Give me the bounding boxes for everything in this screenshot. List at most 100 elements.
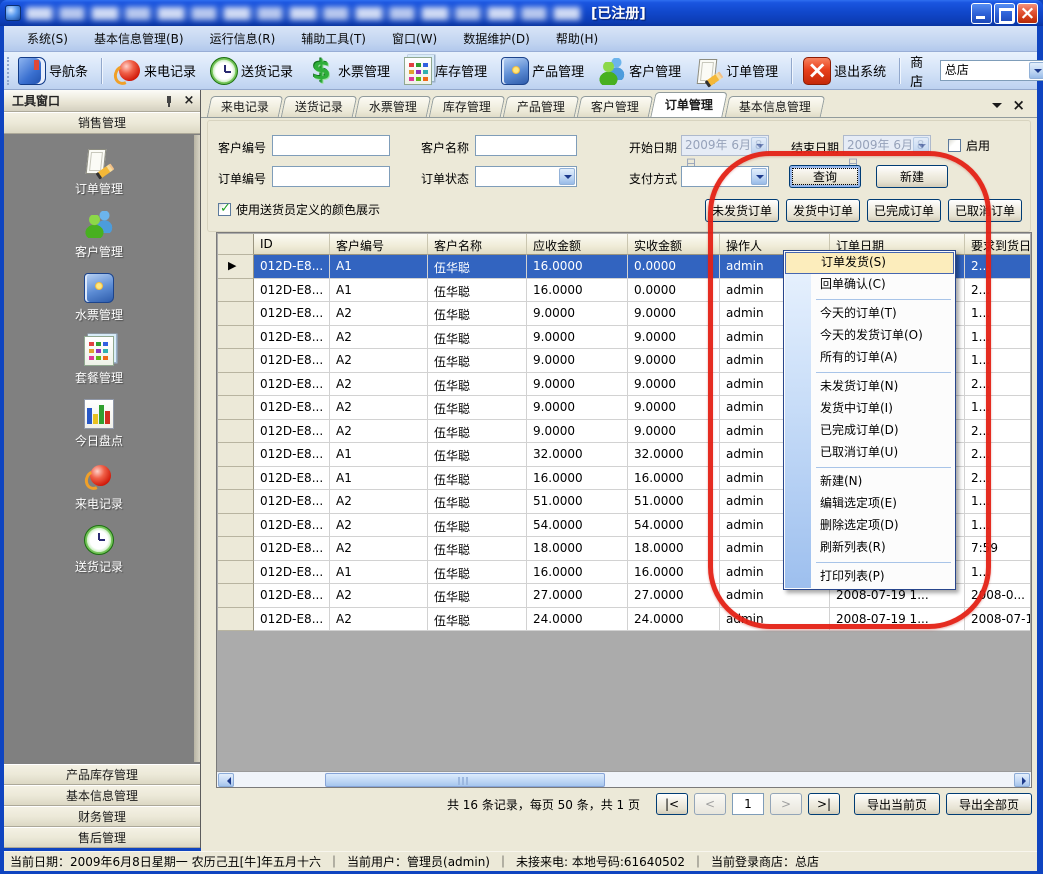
row-selector[interactable]	[218, 608, 254, 632]
tab[interactable]: 产品管理	[503, 96, 579, 117]
context-menu-item[interactable]: 刷新列表(R)	[784, 537, 955, 559]
tab-close-icon[interactable]: ×	[1012, 99, 1025, 111]
row-selector[interactable]	[218, 302, 254, 326]
menu-item[interactable]: 数据维护(D)	[450, 26, 543, 51]
row-selector[interactable]	[218, 373, 254, 397]
sidebar-section[interactable]: 财务管理	[4, 806, 200, 827]
row-selector[interactable]	[218, 584, 254, 608]
column-header-selector[interactable]	[218, 234, 254, 255]
enable-checkbox[interactable]: 启用	[948, 137, 990, 154]
customer-name-input[interactable]	[475, 135, 577, 156]
scroll-left-icon[interactable]	[218, 773, 234, 787]
sidebar-item[interactable]: 今日盘点	[4, 399, 194, 449]
context-menu-item[interactable]: 打印列表(P)	[784, 566, 955, 588]
sidebar-scrollbar[interactable]	[194, 135, 200, 762]
column-header-customer-no[interactable]: 客户编号	[330, 234, 428, 255]
sidebar-item[interactable]: 送货记录	[4, 525, 194, 575]
last-page-button[interactable]: >|	[808, 793, 840, 815]
toolbar-button[interactable]: 订单管理	[688, 54, 785, 88]
checkbox-checked-icon[interactable]	[218, 203, 231, 216]
sidebar-section[interactable]: 产品库存管理	[4, 764, 200, 785]
chevron-down-icon[interactable]	[559, 168, 575, 185]
order-status-combobox[interactable]	[475, 166, 577, 187]
order-no-input[interactable]	[272, 166, 390, 187]
horizontal-scrollbar[interactable]	[217, 771, 1031, 787]
sidebar-section[interactable]: 基本信息管理	[4, 785, 200, 806]
checkbox-icon[interactable]	[948, 139, 961, 152]
toolbar-button[interactable]: 客户管理	[591, 54, 688, 88]
menu-item[interactable]: 系统(S)	[14, 26, 81, 51]
toolbar-button[interactable]: 来电记录	[106, 54, 203, 88]
context-menu-item[interactable]: 删除选定项(D)	[784, 515, 955, 537]
new-button[interactable]: 新建	[876, 165, 948, 188]
export-current-page-button[interactable]: 导出当前页	[854, 793, 940, 815]
context-menu-item[interactable]: 回单确认(C)	[784, 274, 955, 296]
customer-no-input[interactable]	[272, 135, 390, 156]
column-header-id[interactable]: ID	[254, 234, 330, 255]
row-selector[interactable]	[218, 467, 254, 491]
menu-item[interactable]: 基本信息管理(B)	[81, 26, 197, 51]
sidebar-section-sales[interactable]: 销售管理	[4, 112, 200, 134]
row-selector[interactable]	[218, 349, 254, 373]
toolbar-button[interactable]: 水票管理	[300, 54, 397, 88]
row-selector[interactable]	[218, 561, 254, 585]
tab[interactable]: 水票管理	[355, 96, 431, 117]
context-menu-item[interactable]	[784, 559, 955, 566]
chevron-down-icon[interactable]	[751, 168, 767, 185]
scrollbar-thumb[interactable]	[325, 773, 605, 787]
previous-page-button[interactable]: <	[694, 793, 726, 815]
export-all-pages-button[interactable]: 导出全部页	[946, 793, 1032, 815]
context-menu-item[interactable]: 新建(N)	[784, 471, 955, 493]
column-header-customer-name[interactable]: 客户名称	[428, 234, 527, 255]
context-menu-item[interactable]: 未发货订单(N)	[784, 376, 955, 398]
toolbar-button[interactable]: 导航条	[11, 54, 95, 88]
row-selector[interactable]	[218, 420, 254, 444]
sidebar-section[interactable]: 售后管理	[4, 827, 200, 848]
row-selector[interactable]	[218, 255, 254, 279]
color-display-checkbox[interactable]: 使用送货员定义的颜色展示	[218, 201, 380, 218]
pay-method-combobox[interactable]	[681, 166, 769, 187]
row-selector[interactable]	[218, 396, 254, 420]
context-menu-item[interactable]: 今天的发货订单(O)	[784, 325, 955, 347]
row-selector[interactable]	[218, 279, 254, 303]
tab[interactable]: 客户管理	[577, 96, 653, 117]
page-number-input[interactable]	[732, 793, 764, 815]
context-menu-item[interactable]: 订单发货(S)	[785, 252, 954, 274]
sidebar-item[interactable]: 订单管理	[4, 147, 194, 197]
menu-item[interactable]: 运行信息(R)	[197, 26, 289, 51]
context-menu-item[interactable]: 已取消订单(U)	[784, 442, 955, 464]
context-menu-item[interactable]	[784, 464, 955, 471]
scroll-right-icon[interactable]	[1014, 773, 1030, 787]
order-status-filter-button[interactable]: 已完成订单	[867, 199, 941, 222]
toolbar-button[interactable]: 送货记录	[203, 54, 300, 88]
table-row[interactable]: 012D-E8... A2 伍华聪 24.0000 24.0000 admin …	[218, 608, 1030, 632]
toolbar-button[interactable]: 库存管理	[397, 54, 494, 88]
tab-list-dropdown-icon[interactable]	[992, 100, 1002, 110]
order-status-filter-button[interactable]: 已取消订单	[948, 199, 1022, 222]
menu-item[interactable]: 帮助(H)	[543, 26, 611, 51]
next-page-button[interactable]: >	[770, 793, 802, 815]
pin-icon[interactable]	[162, 94, 176, 108]
chevron-down-icon[interactable]	[1029, 62, 1043, 79]
sidebar-item[interactable]: 客户管理	[4, 210, 194, 260]
row-selector[interactable]	[218, 326, 254, 350]
sidebar-close-icon[interactable]: ×	[182, 94, 196, 108]
context-menu-item[interactable]: 今天的订单(T)	[784, 303, 955, 325]
tab[interactable]: 库存管理	[429, 96, 505, 117]
tab[interactable]: 基本信息管理	[725, 96, 825, 117]
minimize-icon[interactable]	[971, 3, 992, 24]
column-header-required-date[interactable]: 要求到货日期	[965, 234, 1030, 255]
context-menu-item[interactable]	[784, 296, 955, 303]
shop-combobox[interactable]: 总店	[940, 60, 1043, 81]
sidebar-item[interactable]: 套餐管理	[4, 336, 194, 386]
context-menu-item[interactable]	[784, 369, 955, 376]
context-menu-item[interactable]: 发货中订单(I)	[784, 398, 955, 420]
row-selector[interactable]	[218, 443, 254, 467]
row-selector[interactable]	[218, 514, 254, 538]
sidebar-item[interactable]: 水票管理	[4, 273, 194, 323]
order-status-filter-button[interactable]: 发货中订单	[786, 199, 860, 222]
toolbar-button[interactable]: 退出系统	[796, 54, 893, 88]
sidebar-item[interactable]: 来电记录	[4, 462, 194, 512]
row-selector[interactable]	[218, 490, 254, 514]
close-icon[interactable]	[1017, 3, 1038, 24]
